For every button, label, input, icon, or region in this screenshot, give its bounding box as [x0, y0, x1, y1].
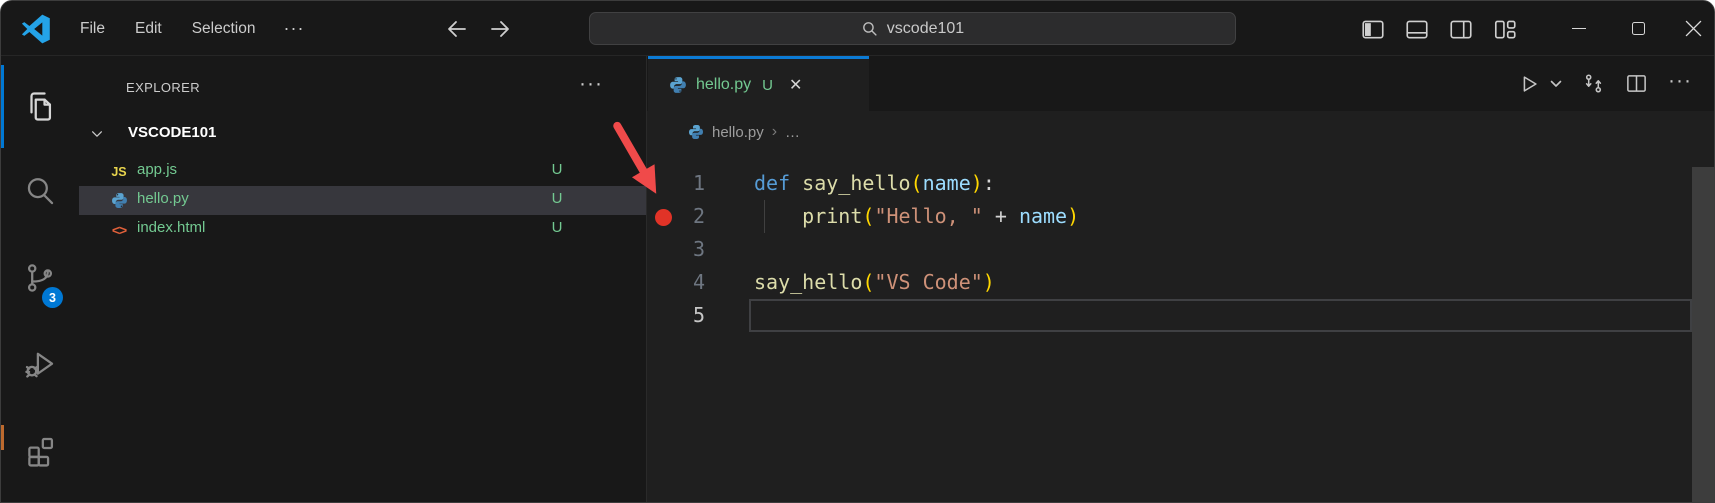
- activity-bar: 3: [1, 56, 79, 502]
- forward-arrow-icon[interactable]: [488, 17, 512, 41]
- vscode-window: File Edit Selection ··· vscode101: [0, 0, 1715, 503]
- open-changes-icon[interactable]: [1582, 72, 1605, 95]
- html-file-icon: <>: [107, 215, 131, 244]
- python-file-icon: [107, 186, 131, 215]
- current-line-highlight: [749, 299, 1692, 332]
- code-line-1[interactable]: 1 def say_hello(name):: [647, 167, 1714, 200]
- tab-label: hello.py: [696, 76, 751, 94]
- javascript-file-icon: JS: [107, 157, 131, 186]
- back-arrow-icon[interactable]: [445, 17, 469, 41]
- toggle-primary-sidebar-button[interactable]: [1359, 15, 1386, 42]
- run-debug-icon[interactable]: [16, 340, 64, 388]
- vscode-logo-icon: [21, 14, 51, 44]
- extensions-icon[interactable]: [16, 426, 64, 474]
- file-row-appjs[interactable]: JS app.js U: [79, 157, 646, 186]
- breakpoint-dot[interactable]: [655, 209, 672, 226]
- menu-bar: File Edit Selection ···: [65, 1, 317, 56]
- git-untracked-badge: U: [547, 219, 567, 236]
- line-number[interactable]: 1: [647, 167, 713, 200]
- chevron-down-icon: [90, 127, 104, 141]
- scm-pending-changes-badge: 3: [42, 287, 63, 308]
- toggle-secondary-sidebar-button[interactable]: [1447, 15, 1474, 42]
- maximize-button[interactable]: [1615, 1, 1661, 56]
- line-number-active[interactable]: 5: [647, 299, 713, 332]
- folder-row-vscode101[interactable]: VSCODE101: [79, 119, 646, 149]
- editor-actions: ···: [1518, 56, 1692, 111]
- file-row-indexhtml[interactable]: <> index.html U: [79, 215, 646, 244]
- tab-hellopy[interactable]: hello.py U ✕: [648, 56, 869, 111]
- tab-bar: hello.py U ✕ ···: [647, 56, 1714, 111]
- breadcrumb: hello.py › …: [647, 111, 1714, 153]
- breadcrumb-symbol-more[interactable]: …: [785, 124, 800, 141]
- python-file-icon: [688, 124, 704, 140]
- layout-controls: [1359, 1, 1518, 56]
- git-untracked-badge: U: [547, 161, 567, 178]
- folder-name: VSCODE101: [128, 124, 216, 141]
- tab-untracked-badge: U: [762, 77, 773, 94]
- file-name: hello.py: [137, 190, 189, 207]
- split-editor-icon[interactable]: [1625, 72, 1648, 95]
- python-file-icon: [669, 76, 687, 94]
- search-icon: [861, 20, 878, 37]
- code-line-4[interactable]: 4 say_hello("VS Code"): [647, 266, 1714, 299]
- menu-file[interactable]: File: [65, 14, 120, 44]
- menu-edit[interactable]: Edit: [120, 14, 177, 44]
- command-center-value: vscode101: [887, 20, 964, 38]
- file-row-hellopy[interactable]: hello.py U: [79, 186, 646, 215]
- customize-layout-button[interactable]: [1491, 15, 1518, 42]
- breadcrumb-file[interactable]: hello.py: [712, 124, 764, 141]
- menu-selection[interactable]: Selection: [177, 14, 271, 44]
- source-control-icon[interactable]: 3: [16, 254, 64, 302]
- minimize-button[interactable]: [1556, 1, 1602, 56]
- edge-artifact: [1, 425, 4, 450]
- indent-guide: [764, 200, 765, 233]
- explorer-header: EXPLORER ···: [79, 74, 646, 104]
- code-line-3[interactable]: 3: [647, 233, 1714, 266]
- search-icon[interactable]: [16, 167, 64, 215]
- explorer-sidebar: EXPLORER ··· VSCODE101 JS app.js U: [79, 56, 647, 502]
- editor-group: hello.py U ✕ ···: [647, 56, 1714, 502]
- title-bar: File Edit Selection ··· vscode101: [1, 1, 1714, 56]
- command-center-search[interactable]: vscode101: [589, 12, 1236, 45]
- line-number[interactable]: 3: [647, 233, 713, 266]
- menu-overflow-icon[interactable]: ···: [270, 12, 317, 45]
- file-name: index.html: [137, 219, 205, 236]
- editor-more-actions-icon[interactable]: ···: [1668, 69, 1692, 93]
- active-view-indicator: [1, 65, 4, 148]
- close-button[interactable]: [1670, 1, 1715, 56]
- line-number[interactable]: 4: [647, 266, 713, 299]
- run-dropdown-chevron-icon[interactable]: [1550, 78, 1562, 90]
- explorer-more-actions-icon[interactable]: ···: [579, 72, 603, 96]
- tab-close-icon[interactable]: ✕: [789, 75, 802, 95]
- run-file-icon[interactable]: [1518, 73, 1540, 95]
- file-name: app.js: [137, 161, 177, 178]
- explorer-icon[interactable]: [16, 82, 64, 130]
- breadcrumb-separator: ›: [772, 123, 777, 141]
- git-untracked-badge: U: [547, 190, 567, 207]
- toggle-panel-button[interactable]: [1403, 15, 1430, 42]
- editor-scrollbar[interactable]: [1692, 167, 1715, 502]
- explorer-title: EXPLORER: [126, 80, 200, 95]
- code-line-2[interactable]: 2 print("Hello, " + name): [647, 200, 1714, 233]
